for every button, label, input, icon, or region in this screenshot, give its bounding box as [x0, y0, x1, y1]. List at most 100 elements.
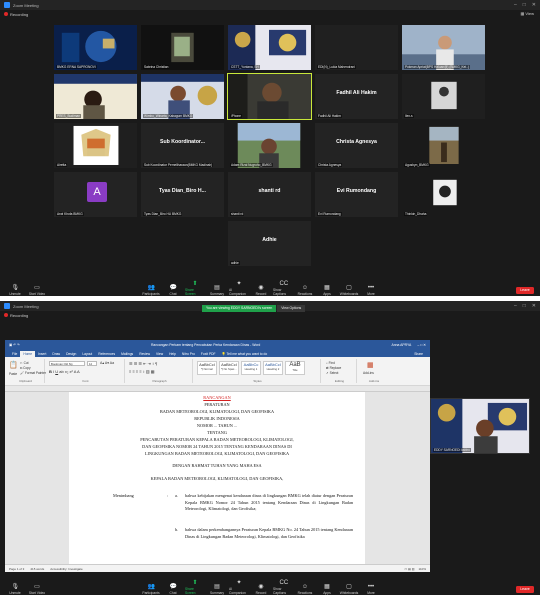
align-buttons-icon[interactable]: ≡ ≡ ≡ ≡ ↕ ▥ ▦ — [129, 369, 155, 374]
record-button[interactable]: ◉ Record — [251, 285, 271, 296]
view-mode-icons[interactable]: ▭ ▤ ▥ — [404, 567, 414, 571]
show-captions-button[interactable]: CC Show Captions — [273, 281, 293, 296]
participant-tile[interactable]: Wimbo_Winarta_Kabagum BMKG — [140, 73, 225, 120]
document-area[interactable]: RANCANGAN PERATURAN BADAN METEOROLOGI, K… — [5, 392, 430, 564]
participant-tile[interactable]: Fadhil Ali Hakim Fadhil Ali Hakim — [314, 73, 399, 120]
ribbon-tabs: File Home Insert Draw Design Layout Refe… — [5, 349, 430, 357]
participant-tile[interactable]: Ilex-s — [401, 73, 486, 120]
apps-icon: ▦ — [324, 285, 330, 291]
participant-tile[interactable]: PRES_Budiman — [53, 73, 138, 120]
reactions-button[interactable]: ☺ Reactions — [295, 584, 315, 595]
screen: Zoom Meeting – □ ✕ Recording ▦ View BMKG — [0, 0, 540, 595]
format-painter-button[interactable]: 🖌 Format Painter — [20, 371, 46, 375]
participant-tile[interactable]: Evi Rumondang Evi Rumondang — [314, 171, 399, 218]
style-title[interactable]: AaB Title — [285, 361, 305, 375]
whiteboards-button[interactable]: ▢ Whiteboards — [339, 285, 359, 296]
addins-icon[interactable]: ▦ — [367, 361, 374, 369]
participant-tile[interactable]: shanti rd shanti rd — [227, 171, 312, 218]
recording-label: Recording — [10, 312, 29, 318]
paste-button[interactable]: Paste — [9, 372, 17, 376]
font-size-select[interactable]: 12 — [87, 361, 97, 366]
participant-name: Tyas Dian_Biro HU BMKG — [143, 212, 183, 216]
self-view-video[interactable]: EDDY SARNOEDI kabiro — [430, 398, 530, 454]
share-screen-button[interactable]: ⬆ Share Screen — [185, 281, 205, 296]
close-icon[interactable]: ✕ — [532, 2, 536, 8]
participant-tile[interactable]: EDI(N)_Lukia Mahendrani — [314, 24, 399, 71]
participant-name: PRES_Budiman — [56, 114, 82, 118]
captions-icon: CC — [279, 580, 289, 586]
chat-button[interactable]: 💬 Chat — [163, 285, 183, 296]
participant-tile[interactable]: Christa Agnesya Christa Agnesya — [314, 122, 399, 169]
ai-companion-button[interactable]: ✦ AI Companion — [229, 281, 249, 296]
summary-button[interactable]: ▤ Summary — [207, 584, 227, 595]
summary-button[interactable]: ▤ Summary — [207, 285, 227, 296]
view-button[interactable]: ▦ View — [521, 11, 535, 16]
item-b-text: bahwa dalam perkembangannya Peraturan Ke… — [185, 527, 353, 539]
participant-display-name: Fadhil Ali Hakim — [336, 90, 377, 96]
participant-tile[interactable]: BMKG ERNA SAPRONOVI — [53, 24, 138, 71]
font-format-buttons[interactable]: B I U ab x₂ x² A A — [49, 369, 80, 374]
addins-button[interactable]: Add-ins — [363, 371, 374, 375]
participant-tile[interactable]: Thinkin_Dhaha — [401, 171, 486, 218]
minimize-icon[interactable]: – — [514, 2, 517, 8]
chat-button[interactable]: 💬 Chat — [163, 584, 183, 595]
unmute-button[interactable]: 🎙 Unmute — [5, 285, 25, 296]
page-count[interactable]: Page 1 of 3 — [9, 567, 24, 571]
participant-tile[interactable]: Sabrina Christian — [140, 24, 225, 71]
view-options-button[interactable]: View Options — [277, 305, 306, 312]
maximize-icon[interactable]: □ — [523, 303, 526, 309]
share-screen-button[interactable]: ⬆ Share Screen — [185, 580, 205, 595]
participant-tile[interactable]: Agusbyn_BMKG — [401, 122, 486, 169]
unmute-button[interactable]: 🎙 Unmute — [5, 584, 25, 595]
participant-display-name: Sub Koordinator... — [160, 139, 205, 145]
reactions-button[interactable]: ☺ Reactions — [295, 285, 315, 296]
whiteboards-button[interactable]: ▢ Whiteboards — [339, 584, 359, 595]
participant-name: EDI(N)_Lukia Mahendrani — [317, 65, 356, 69]
list-buttons-icon[interactable]: ☰ ☰ ☰ ⇤ ⇥ ↕ ¶ — [129, 361, 157, 366]
participant-tile[interactable]: Adhie adhie — [227, 220, 312, 267]
minimize-icon[interactable]: – — [514, 303, 517, 309]
select-button[interactable]: ➚ Select — [326, 371, 338, 375]
participant-tile[interactable]: Tyas Dian_Biro H... Tyas Dian_Biro HU BM… — [140, 171, 225, 218]
participants-button[interactable]: 👥 Participants — [141, 584, 161, 595]
leave-button[interactable]: Leave — [516, 586, 534, 593]
participant-tile[interactable]: Sub Koordinator... Sub Koordinator Pemel… — [140, 122, 225, 169]
participant-tile[interactable]: Airetta — [53, 122, 138, 169]
start-video-button[interactable]: ▭ Start Video — [27, 285, 47, 296]
participant-tile[interactable]: Pokman Apriat(BPS Haluan@) (BMKG_Kei..) — [401, 24, 486, 71]
participant-name: CSTT_Yuniana, SH — [230, 65, 260, 69]
participant-tile[interactable]: A Arwi Khofa BMKG — [53, 171, 138, 218]
style-heading-2[interactable]: AaBbCcI Heading 2 — [263, 361, 283, 375]
ai-companion-button[interactable]: ✦ AI Companion — [229, 580, 249, 595]
find-button[interactable]: ⌕ Find — [326, 361, 335, 365]
recording-indicator[interactable]: Recording — [0, 311, 540, 319]
apps-button[interactable]: ▦ Apps — [317, 285, 337, 296]
recording-indicator[interactable]: Recording — [0, 10, 540, 18]
close-icon[interactable]: ✕ — [532, 303, 536, 309]
style-heading-1[interactable]: AaBbCc Heading 1 — [241, 361, 261, 375]
style-no-spacing[interactable]: AaBbCcI ¶ No Spac... — [219, 361, 239, 375]
show-captions-button[interactable]: CC Show Captions — [273, 580, 293, 595]
start-video-button[interactable]: ▭ Start Video — [27, 584, 47, 595]
cut-button[interactable]: ✂ Cut — [20, 361, 29, 365]
word-count[interactable]: 415 words — [30, 567, 44, 571]
maximize-icon[interactable]: □ — [523, 2, 526, 8]
reactions-icon: ☺ — [301, 285, 309, 291]
participant-tile-active-speaker[interactable]: iPhone — [227, 73, 312, 120]
record-button[interactable]: ◉ Record — [251, 584, 271, 595]
replace-button[interactable]: ⇄ Replace — [326, 366, 341, 370]
apps-button[interactable]: ▦ Apps — [317, 584, 337, 595]
participant-tile[interactable]: CSTT_Yuniana, SH — [227, 24, 312, 71]
font-name-select[interactable]: Bookman Old Sty — [49, 361, 85, 366]
font-grow-shrink-icon[interactable]: A▴ A▾ Aa — [100, 361, 114, 365]
more-button[interactable]: ••• More — [361, 285, 381, 296]
style-normal[interactable]: AaBbCcI ¶ Normal — [197, 361, 217, 375]
accessibility-status[interactable]: Accessibility: Investigate — [50, 567, 83, 571]
participants-button[interactable]: 👥 Participants — [141, 285, 161, 296]
leave-button[interactable]: Leave — [516, 287, 534, 294]
document-page[interactable]: RANCANGAN PERATURAN BADAN METEOROLOGI, K… — [69, 392, 365, 564]
more-button[interactable]: ••• More — [361, 584, 381, 595]
copy-button[interactable]: ⧉ Copy — [20, 366, 31, 370]
participant-tile[interactable]: Adam Rizal Nugroho_BMKG — [227, 122, 312, 169]
zoom-level[interactable]: 110% — [419, 567, 426, 571]
